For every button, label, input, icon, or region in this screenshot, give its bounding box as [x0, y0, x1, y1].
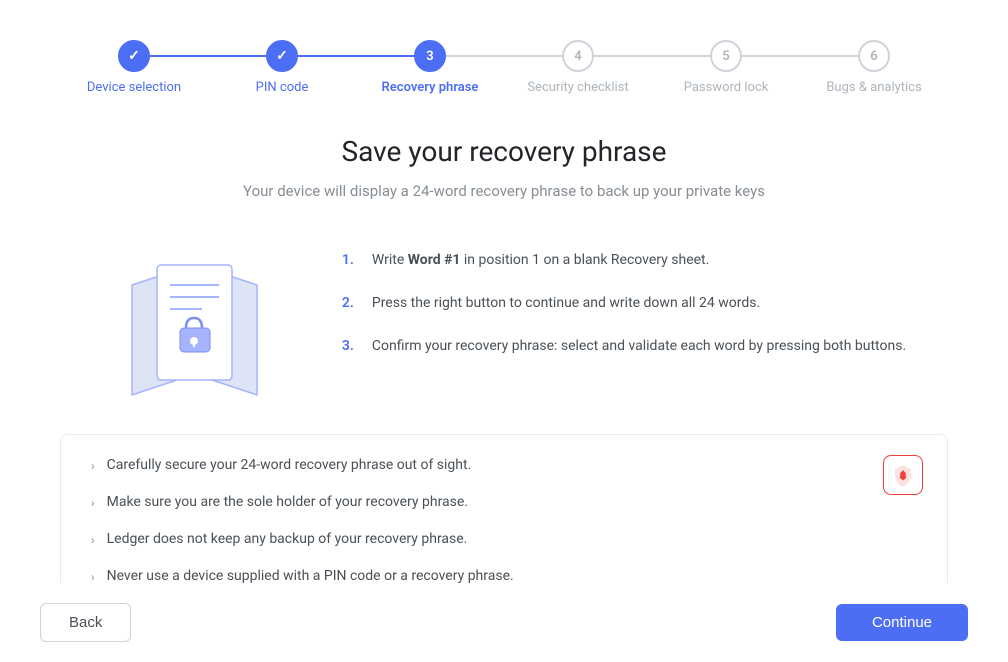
- step-circle-3: 3: [414, 40, 446, 72]
- instructions-list: 1. Write Word #1 in position 1 on a blan…: [342, 240, 906, 379]
- step-number-5: 5: [722, 49, 729, 64]
- chevron-icon-1: ›: [91, 457, 95, 475]
- step-device-selection: ✓ Device selection: [60, 40, 208, 95]
- main-content: Save your recovery phrase Your device wi…: [0, 115, 1008, 200]
- step-circle-6: 6: [858, 40, 890, 72]
- content-area: 1. Write Word #1 in position 1 on a blan…: [0, 240, 1008, 404]
- step-circle-4: 4: [562, 40, 594, 72]
- recovery-illustration: [102, 240, 282, 404]
- step-label-3: Recovery phrase: [382, 80, 479, 95]
- shield-warning-icon: [883, 455, 923, 495]
- step-password-lock: 5 Password lock: [652, 40, 800, 95]
- connector-5: [742, 55, 858, 57]
- step-pin-code: ✓ PIN code: [208, 40, 356, 95]
- step-circle-2: ✓: [266, 40, 298, 72]
- step-label-6: Bugs & analytics: [826, 80, 921, 95]
- page-subtitle: Your device will display a 24-word recov…: [40, 182, 968, 200]
- warning-text-2: Make sure you are the sole holder of you…: [107, 492, 468, 513]
- step-number-6: 6: [870, 49, 877, 64]
- continue-button[interactable]: Continue: [836, 604, 968, 641]
- step-number-4: 4: [574, 49, 581, 64]
- warning-text-1: Carefully secure your 24-word recovery p…: [107, 455, 472, 476]
- step-label-4: Security checklist: [527, 80, 628, 95]
- instruction-3: 3. Confirm your recovery phrase: select …: [342, 336, 906, 357]
- stepper: ✓ Device selection ✓ PIN code 3 Recovery…: [0, 0, 1008, 115]
- step-number-3: 3: [426, 49, 433, 64]
- step-circle-5: 5: [710, 40, 742, 72]
- chevron-icon-2: ›: [91, 494, 95, 512]
- warning-text-3: Ledger does not keep any backup of your …: [107, 529, 468, 550]
- connector-4: [594, 55, 710, 57]
- instruction-1: 1. Write Word #1 in position 1 on a blan…: [342, 250, 906, 271]
- warning-item-3: › Ledger does not keep any backup of you…: [91, 529, 887, 550]
- bottom-bar: Back Continue: [0, 583, 1008, 662]
- page-title: Save your recovery phrase: [40, 135, 968, 168]
- chevron-icon-3: ›: [91, 531, 95, 549]
- instruction-text-2: Press the right button to continue and w…: [372, 293, 760, 314]
- checkmark-icon-2: ✓: [276, 48, 288, 64]
- instruction-text-1: Write Word #1 in position 1 on a blank R…: [372, 250, 709, 271]
- step-circle-1: ✓: [118, 40, 150, 72]
- connector-1: [150, 55, 266, 57]
- connector-2: [298, 55, 414, 57]
- instruction-number-3: 3.: [342, 336, 360, 357]
- warning-item-2: › Make sure you are the sole holder of y…: [91, 492, 887, 513]
- checkmark-icon-1: ✓: [128, 48, 140, 64]
- step-label-2: PIN code: [256, 80, 309, 95]
- warning-item-1: › Carefully secure your 24-word recovery…: [91, 455, 887, 476]
- step-security-checklist: 4 Security checklist: [504, 40, 652, 95]
- step-label-5: Password lock: [684, 80, 769, 95]
- step-bugs-analytics: 6 Bugs & analytics: [800, 40, 948, 95]
- connector-3: [446, 55, 562, 57]
- step-label-1: Device selection: [87, 80, 181, 95]
- instruction-2: 2. Press the right button to continue an…: [342, 293, 906, 314]
- instruction-number-1: 1.: [342, 250, 360, 271]
- back-button[interactable]: Back: [40, 603, 131, 642]
- instruction-number-2: 2.: [342, 293, 360, 314]
- instruction-text-3: Confirm your recovery phrase: select and…: [372, 336, 906, 357]
- step-recovery-phrase: 3 Recovery phrase: [356, 40, 504, 95]
